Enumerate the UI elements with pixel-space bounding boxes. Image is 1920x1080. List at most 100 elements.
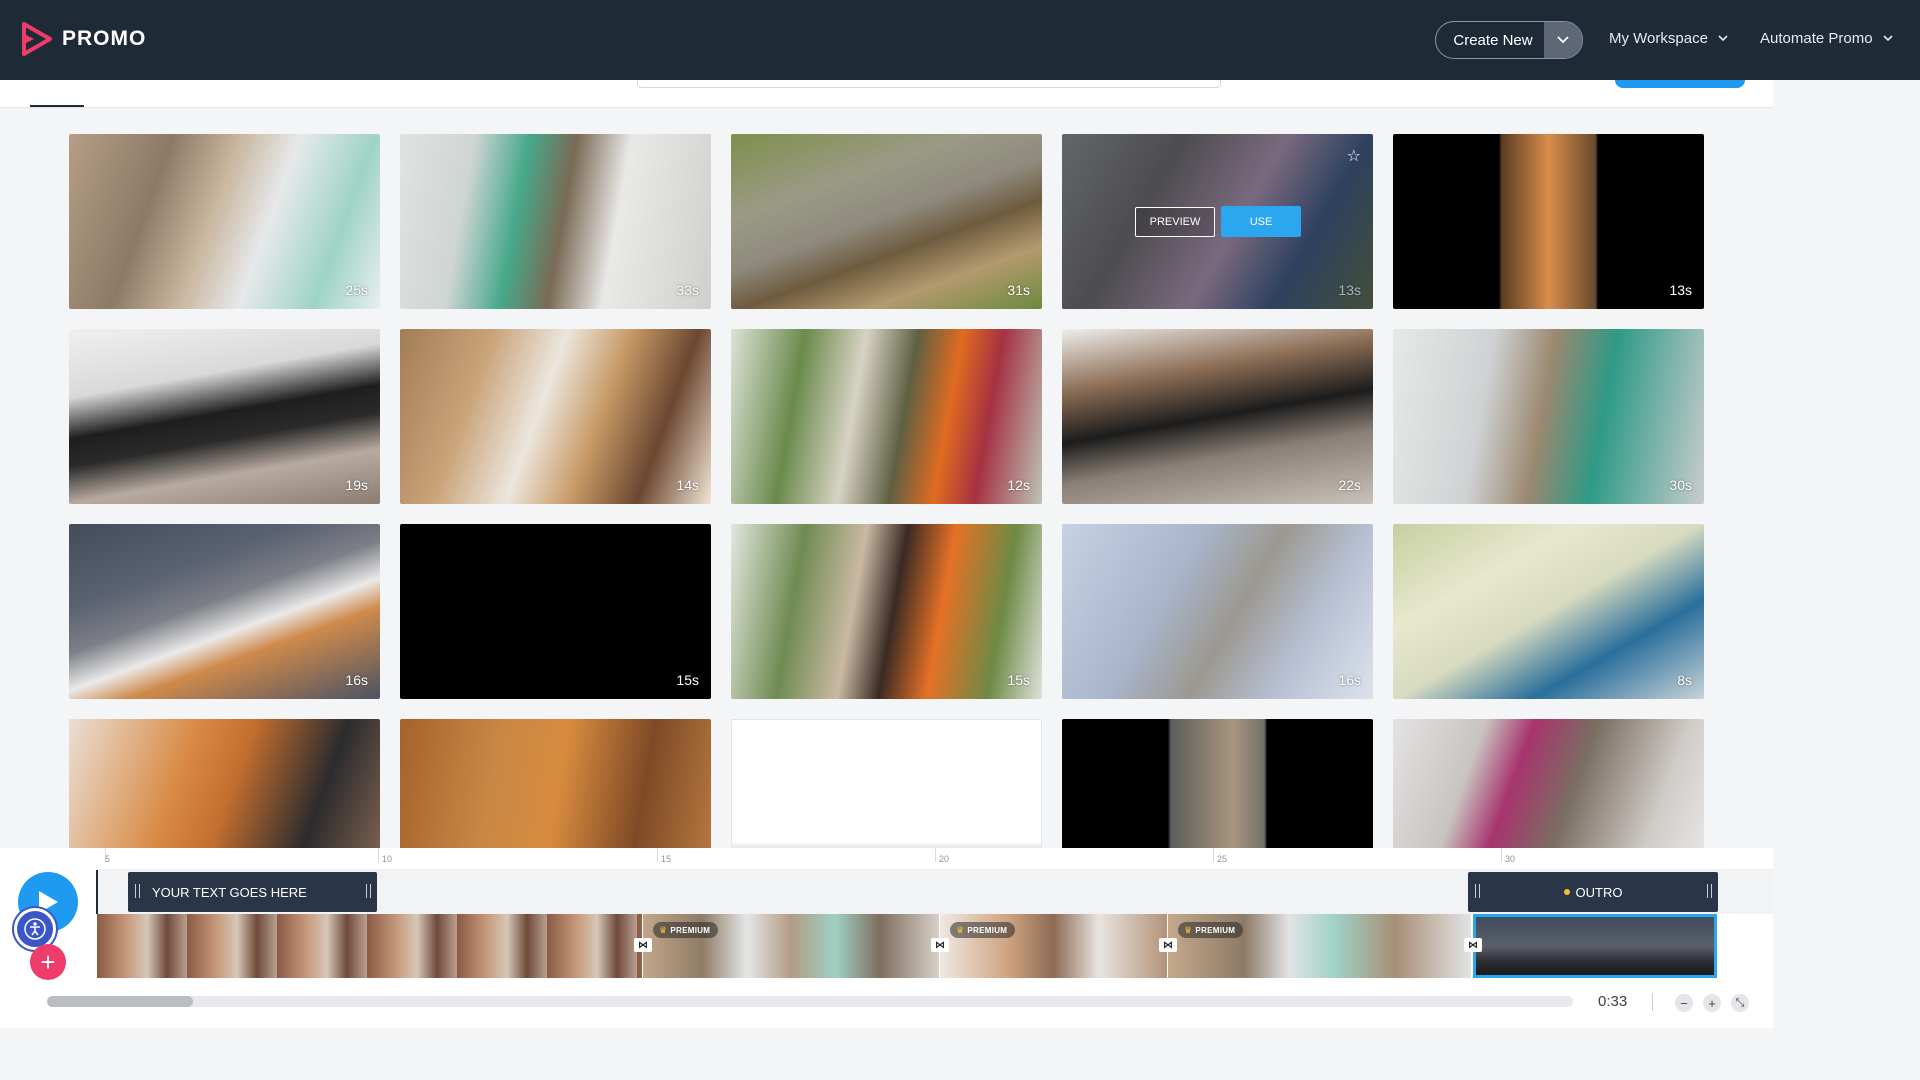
premium-badge-label: PREMIUM (1195, 925, 1236, 935)
transition-icon[interactable]: ⋈ (1159, 938, 1177, 952)
premium-badge-label: PREMIUM (967, 925, 1008, 935)
star-icon[interactable]: ☆ (1347, 146, 1361, 166)
media-tile[interactable]: 15s (400, 524, 711, 699)
duration-label: 15s (676, 672, 699, 688)
media-tile[interactable]: 19s (69, 329, 380, 504)
promo-logo[interactable]: PROMO (22, 22, 146, 56)
create-new-label: Create New (1453, 31, 1533, 49)
duration-label: 31s (1007, 282, 1030, 298)
ruler-tick (935, 848, 936, 862)
media-tile[interactable]: 22s (1062, 329, 1373, 504)
media-tile[interactable]: 13s (1393, 134, 1704, 309)
duration-label: 16s (345, 672, 368, 688)
media-tile[interactable] (731, 719, 1042, 848)
add-button[interactable]: + (30, 944, 66, 980)
ruler-tick-label: 5 (105, 854, 111, 864)
media-tile[interactable]: 31s (731, 134, 1042, 309)
hover-overlay (1062, 134, 1373, 309)
outro-clip-label: OUTRO (1575, 884, 1623, 900)
clip-handle-left[interactable] (1475, 884, 1480, 898)
fit-icon[interactable]: ⤡ (1731, 994, 1749, 1012)
ruler-tick (378, 848, 379, 862)
divider (1652, 993, 1653, 1011)
media-tile[interactable] (400, 719, 711, 848)
media-tile[interactable] (69, 719, 380, 848)
media-tile[interactable]: 25s (69, 134, 380, 309)
chevron-down-icon[interactable] (1544, 22, 1582, 58)
sub-header (0, 80, 1773, 108)
outro-dot-icon (1563, 889, 1570, 895)
clip-handle-right[interactable] (366, 884, 371, 898)
crown-icon: ♛ (1184, 924, 1193, 935)
zoom-out-icon[interactable]: − (1675, 994, 1693, 1012)
brand-name: PROMO (62, 27, 147, 50)
playhead[interactable] (96, 870, 98, 914)
nav-automate-promo-label: Automate Promo (1760, 30, 1873, 47)
media-grid: 25s 33s 31s 13s PREVIEW USE ☆ 13s 19s 14… (0, 108, 1773, 848)
active-tab-indicator (30, 105, 84, 107)
premium-badge: ♛ PREMIUM (950, 922, 1016, 938)
text-clip[interactable]: YOUR TEXT GOES HERE (128, 872, 377, 912)
clip-handle-left[interactable] (135, 884, 140, 898)
create-new-button[interactable]: Create New (1435, 21, 1583, 59)
ruler-tick (1213, 848, 1214, 862)
ruler-tick (1501, 848, 1502, 862)
media-tile[interactable]: 13s PREVIEW USE ☆ (1062, 134, 1373, 309)
current-time: 0:33 (1598, 993, 1628, 1010)
crown-icon: ♛ (956, 924, 965, 935)
media-tile[interactable]: 12s (731, 329, 1042, 504)
media-tile[interactable]: 8s (1393, 524, 1704, 699)
ruler-tick-label: 30 (1505, 854, 1516, 864)
media-tile[interactable] (1062, 719, 1373, 848)
duration-label: 19s (345, 477, 368, 493)
clip-handle-right[interactable] (1707, 884, 1712, 898)
nav-my-workspace[interactable]: My Workspace (1609, 30, 1728, 47)
duration-label: 15s (1007, 672, 1030, 688)
premium-badge: ♛ PREMIUM (653, 922, 719, 938)
timeline-scrollbar[interactable] (47, 996, 1573, 1007)
text-track: YOUR TEXT GOES HERE OUTRO (97, 870, 1773, 914)
ruler-tick-label: 20 (939, 854, 950, 864)
chevron-down-icon (1882, 35, 1893, 42)
media-tile[interactable]: 15s (731, 524, 1042, 699)
video-segment[interactable] (97, 914, 642, 978)
media-tile[interactable]: 14s (400, 329, 711, 504)
duration-label: 14s (676, 477, 699, 493)
duration-label: 12s (1007, 477, 1030, 493)
promo-logo-icon (22, 22, 52, 56)
top-bar: PROMO Create New My Workspace Automate P… (0, 0, 1920, 80)
duration-label: 16s (1338, 672, 1361, 688)
media-tile[interactable] (1393, 719, 1704, 848)
plus-icon: + (40, 947, 56, 977)
duration-label: 8s (1677, 672, 1692, 688)
ruler-tick (657, 848, 658, 862)
transition-icon[interactable]: ⋈ (634, 938, 652, 952)
accessibility-icon (24, 918, 46, 940)
media-tile[interactable]: 16s (69, 524, 380, 699)
video-track: ♛ PREMIUM ♛ PREMIUM ♛ PREMIUM ⋈ ⋈ ⋈ ⋈ (97, 914, 1773, 978)
ruler-tick-label: 25 (1217, 854, 1228, 864)
outro-video-segment[interactable] (1473, 914, 1717, 978)
duration-label: 13s (1669, 282, 1692, 298)
video-segment[interactable]: ♛ PREMIUM (940, 914, 1167, 978)
page-background-right (1773, 80, 1920, 1080)
primary-action-button[interactable] (1615, 80, 1745, 88)
media-tile[interactable]: 16s (1062, 524, 1373, 699)
video-segment[interactable]: ♛ PREMIUM (1168, 914, 1471, 978)
nav-automate-promo[interactable]: Automate Promo (1760, 30, 1893, 47)
ruler-tick-label: 15 (661, 854, 672, 864)
text-clip-label: YOUR TEXT GOES HERE (152, 884, 307, 900)
use-button[interactable]: USE (1221, 206, 1301, 237)
transition-icon[interactable]: ⋈ (931, 938, 949, 952)
scrollbar-thumb[interactable] (47, 996, 193, 1007)
transition-icon[interactable]: ⋈ (1464, 938, 1482, 952)
outro-clip[interactable]: OUTRO (1468, 872, 1718, 912)
timeline-ruler[interactable]: 5 10 15 20 25 30 (97, 848, 1773, 870)
search-input[interactable] (637, 80, 1221, 88)
duration-label: 25s (345, 282, 368, 298)
media-tile[interactable]: 33s (400, 134, 711, 309)
zoom-in-icon[interactable]: + (1703, 994, 1721, 1012)
video-segment[interactable]: ♛ PREMIUM (643, 914, 939, 978)
media-tile[interactable]: 30s (1393, 329, 1704, 504)
preview-button[interactable]: PREVIEW (1135, 207, 1215, 237)
